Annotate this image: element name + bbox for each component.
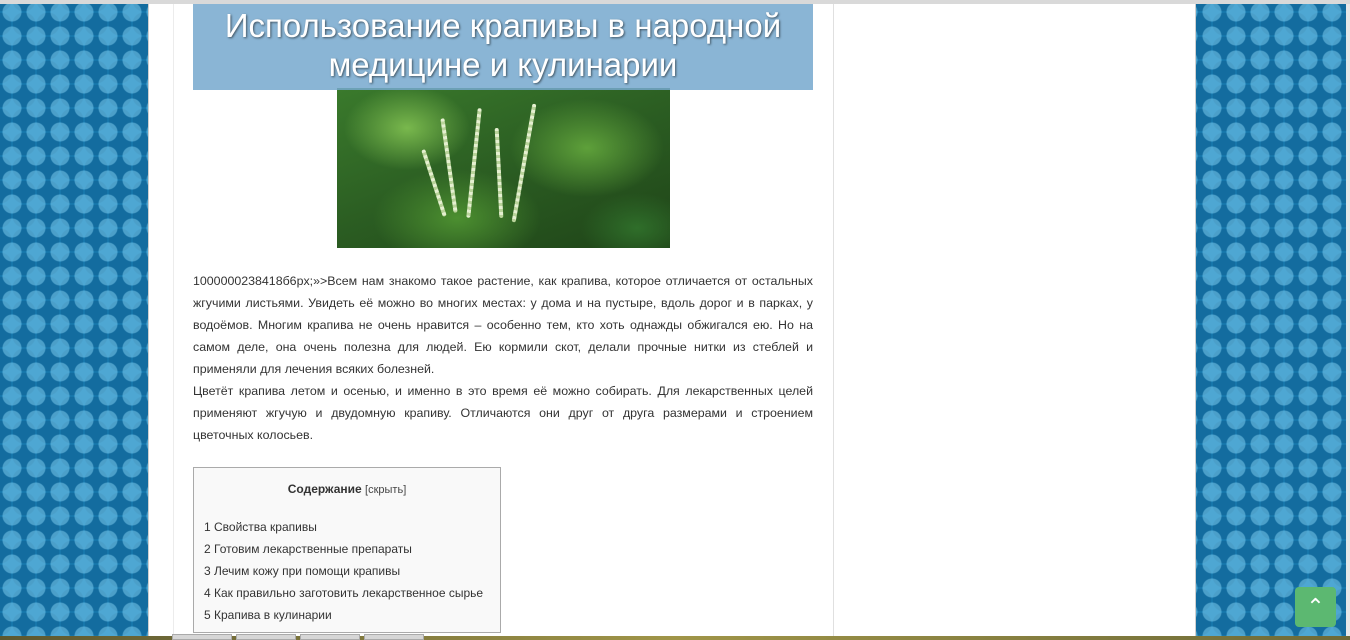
article-title-line2: медицине и кулинарии <box>328 46 678 83</box>
bottom-tab[interactable] <box>236 634 296 640</box>
toc-hide-link[interactable]: [скрыть] <box>365 484 406 496</box>
nettle-photo <box>337 88 670 248</box>
table-of-contents: Содержание [скрыть] 1 Свойства крапивы 2… <box>193 467 501 633</box>
nettle-flower-spike <box>421 149 447 217</box>
toc-item[interactable]: 1 Свойства крапивы <box>204 516 500 538</box>
content-divider <box>173 4 174 640</box>
nettle-flower-spike <box>466 108 482 218</box>
nettle-flower-spike <box>494 127 504 219</box>
bottom-tab[interactable] <box>172 634 232 640</box>
nettle-flower-spike <box>440 118 458 213</box>
nettle-flower-spike <box>511 103 537 223</box>
article-paragraph: 1000000238418б6px;»>Всем нам знакомо так… <box>193 274 813 376</box>
toc-header: Содержание [скрыть] <box>194 482 500 496</box>
article-body: 1000000238418б6px;»>Всем нам знакомо так… <box>193 270 813 446</box>
article-title: Использование крапивы в народной медицин… <box>193 6 813 84</box>
bottom-tab[interactable] <box>364 634 424 640</box>
toc-item[interactable]: 5 Крапива в кулинарии <box>204 604 500 626</box>
toc-list: 1 Свойства крапивы 2 Готовим лекарственн… <box>194 516 500 626</box>
bottom-tab[interactable] <box>300 634 360 640</box>
toc-title: Содержание <box>287 482 362 496</box>
bottom-tabs <box>172 634 428 640</box>
article-paragraph: Цветёт крапива летом и осенью, и именно … <box>193 384 813 442</box>
toc-item[interactable]: 4 Как правильно заготовить лекарственное… <box>204 582 500 604</box>
scroll-to-top-button[interactable]: ⌃ <box>1295 587 1336 627</box>
article-title-line1: Использование крапивы в народной <box>224 7 782 44</box>
chevron-up-icon: ⌃ <box>1306 594 1325 619</box>
page-scrollbar[interactable] <box>1346 4 1350 640</box>
sidebar-divider <box>833 4 834 640</box>
toc-item[interactable]: 3 Лечим кожу при помощи крапивы <box>204 560 500 582</box>
toc-item[interactable]: 2 Готовим лекарственные препараты <box>204 538 500 560</box>
